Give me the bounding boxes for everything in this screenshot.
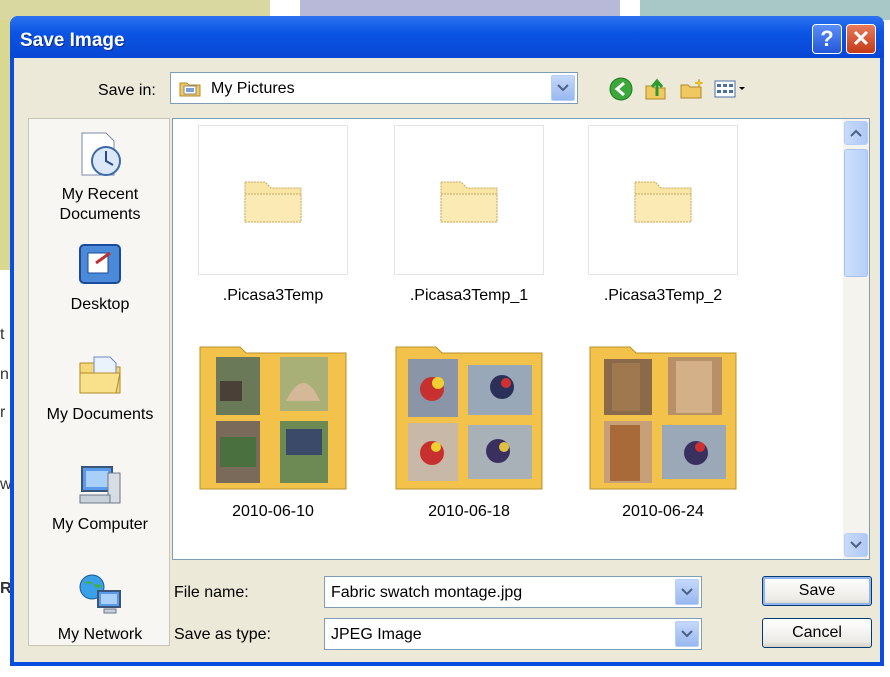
place-label: Documents xyxy=(59,206,141,223)
background-text: r xyxy=(0,404,6,421)
folder-thumbnail xyxy=(394,341,544,491)
place-label: My Recent xyxy=(61,186,139,203)
file-name-field[interactable]: Fabric swatch montage.jpg xyxy=(324,576,702,608)
place-my-network[interactable]: My Network xyxy=(29,569,171,645)
file-name-label: File name: xyxy=(174,584,249,601)
save-in-label: Save in: xyxy=(98,82,156,99)
recent-documents-icon xyxy=(81,132,121,176)
folder-thumbnail xyxy=(588,341,738,491)
chevron-down-icon[interactable] xyxy=(675,621,699,647)
chevron-down-icon xyxy=(850,541,862,549)
folder-item[interactable]: 2010-06-10 xyxy=(197,341,349,521)
file-name: 2010-06-18 xyxy=(428,503,510,520)
dialog-title: Save Image xyxy=(20,30,125,51)
file-name: 2010-06-10 xyxy=(232,503,314,520)
photo-folder-icon xyxy=(395,346,543,490)
save-in-dropdown[interactable]: My Pictures xyxy=(170,72,578,104)
background-text: n xyxy=(0,366,9,383)
folder-item[interactable]: .Picasa3Temp_1 xyxy=(393,125,545,305)
desktop-icon xyxy=(79,244,121,284)
title-bar[interactable]: Save Image ? ✕ xyxy=(10,16,884,58)
dialog-body: Save in: My Pictures My Recent Documents… xyxy=(14,58,880,662)
file-name-value: Fabric swatch montage.jpg xyxy=(331,584,523,601)
my-pictures-icon xyxy=(179,82,201,97)
save-as-type-value: JPEG Image xyxy=(331,626,422,643)
scroll-down-button[interactable] xyxy=(844,533,868,557)
save-as-type-dropdown[interactable]: JPEG Image xyxy=(324,618,702,650)
folder-icon xyxy=(244,181,302,223)
chevron-down-icon[interactable] xyxy=(675,579,699,605)
place-label: My Computer xyxy=(51,516,149,533)
folder-item[interactable]: .Picasa3Temp xyxy=(197,125,349,305)
save-in-value: My Pictures xyxy=(211,80,295,97)
my-network-icon xyxy=(79,574,121,614)
my-computer-icon xyxy=(79,466,121,504)
scroll-up-button[interactable] xyxy=(844,121,868,145)
place-my-recent-documents[interactable]: My Recent Documents xyxy=(29,129,171,225)
folder-icon xyxy=(440,181,498,223)
close-button[interactable]: ✕ xyxy=(846,24,876,54)
my-documents-icon xyxy=(79,356,121,394)
chevron-up-icon xyxy=(850,129,862,137)
folder-thumbnail xyxy=(198,125,348,275)
up-one-level-icon[interactable] xyxy=(642,76,670,102)
file-name: .Picasa3Temp xyxy=(222,287,324,304)
place-label: My Documents xyxy=(46,406,154,423)
file-name: 2010-06-24 xyxy=(622,503,704,520)
chevron-down-icon[interactable] xyxy=(551,75,575,101)
folder-icon xyxy=(634,181,692,223)
save-as-type-label: Save as type: xyxy=(174,626,271,643)
save-button[interactable]: Save xyxy=(762,576,872,606)
scrollbar-thumb[interactable] xyxy=(844,149,868,277)
vertical-scrollbar[interactable] xyxy=(843,119,869,559)
place-label: My Network xyxy=(57,626,143,643)
folder-thumbnail xyxy=(198,341,348,491)
help-button[interactable]: ? xyxy=(812,24,842,54)
background-text: t xyxy=(0,326,5,343)
place-label: Desktop xyxy=(70,296,130,313)
save-image-dialog: Save Image ? ✕ Save in: My Pictures My R… xyxy=(10,16,884,666)
new-folder-icon[interactable] xyxy=(678,76,706,102)
view-menu-icon[interactable] xyxy=(712,76,748,102)
folder-item[interactable]: .Picasa3Temp_2 xyxy=(587,125,739,305)
cancel-button[interactable]: Cancel xyxy=(762,618,872,648)
folder-item[interactable]: 2010-06-18 xyxy=(393,341,545,521)
file-name: .Picasa3Temp_1 xyxy=(409,287,529,304)
place-my-computer[interactable]: My Computer xyxy=(29,459,171,535)
folder-item[interactable]: 2010-06-24 xyxy=(587,341,739,521)
place-desktop[interactable]: Desktop xyxy=(29,239,171,315)
place-my-documents[interactable]: My Documents xyxy=(29,349,171,425)
photo-folder-icon xyxy=(589,346,737,490)
file-list: .Picasa3Temp .Picasa3Temp_1 .Picasa3Temp… xyxy=(172,118,870,560)
places-bar: My Recent Documents Desktop My Documents xyxy=(28,118,170,646)
folder-thumbnail xyxy=(588,125,738,275)
file-name: .Picasa3Temp_2 xyxy=(603,287,723,304)
back-icon[interactable] xyxy=(608,76,636,102)
photo-folder-icon xyxy=(199,346,347,490)
folder-thumbnail xyxy=(394,125,544,275)
